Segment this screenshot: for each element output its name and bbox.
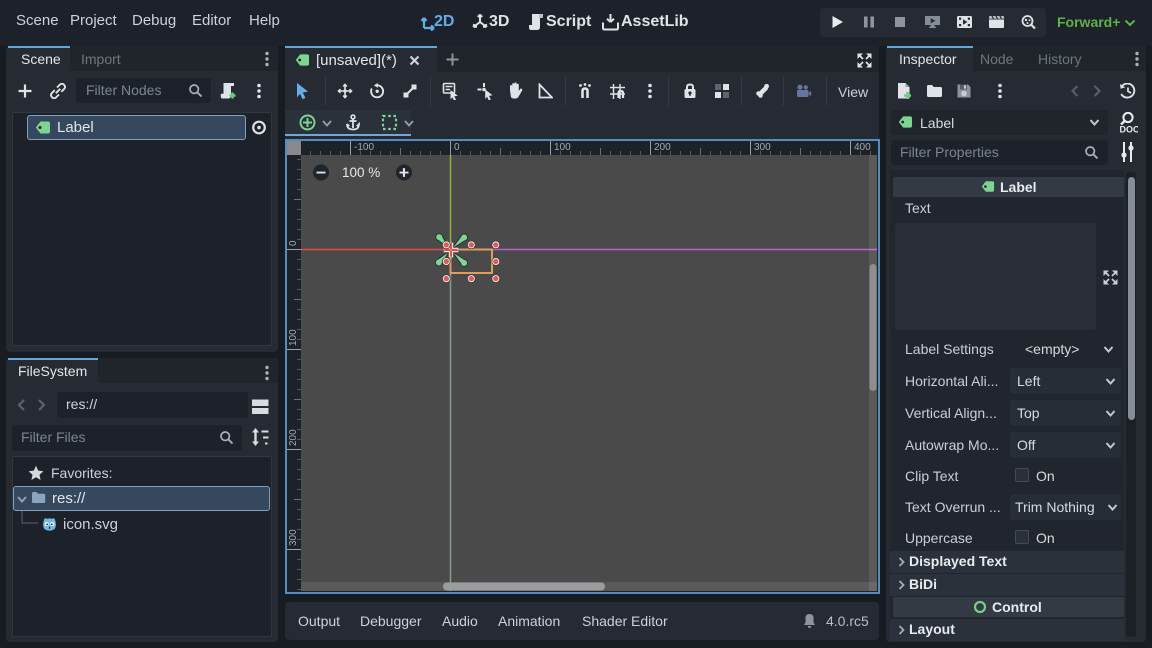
svg-text:100: 100	[554, 142, 571, 153]
svg-text:100 %: 100 %	[342, 165, 380, 180]
svg-text:100: 100	[288, 329, 299, 346]
svg-text:300: 300	[288, 529, 299, 546]
svg-text:400: 400	[854, 142, 871, 153]
svg-text:0: 0	[288, 240, 299, 246]
svg-text:200: 200	[288, 429, 299, 446]
svg-text:-100: -100	[354, 142, 374, 153]
svg-text:0: 0	[454, 142, 460, 153]
svg-text:300: 300	[754, 142, 771, 153]
svg-text:200: 200	[654, 142, 671, 153]
svg-text:DOC: DOC	[1120, 125, 1139, 135]
